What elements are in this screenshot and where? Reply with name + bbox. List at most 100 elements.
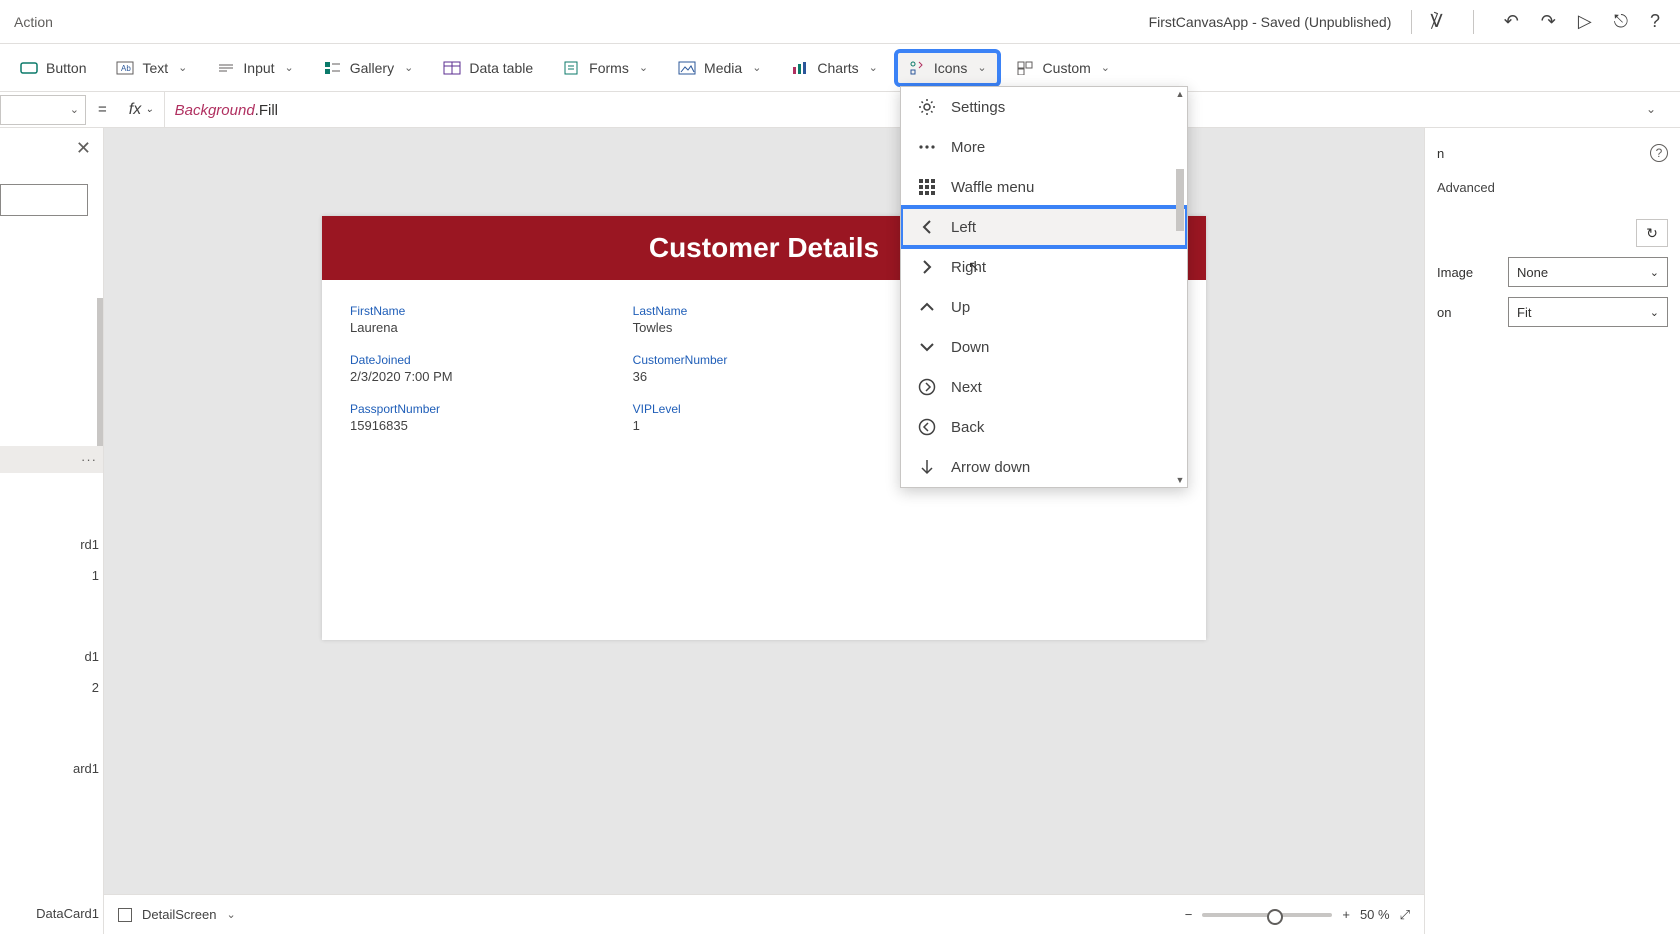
chev-down-icon xyxy=(917,337,937,357)
menu-item-label: Waffle menu xyxy=(951,179,1034,196)
chev-up-icon xyxy=(917,297,937,317)
fit-icon[interactable]: ⤢ xyxy=(1400,907,1410,923)
form-field[interactable]: LastName Towles xyxy=(633,304,896,335)
icons-menu-item-waffle-menu[interactable]: Waffle menu xyxy=(901,167,1187,207)
media-icon xyxy=(678,59,696,77)
field-label: LastName xyxy=(633,304,896,318)
prop-image-select[interactable]: None⌄ xyxy=(1508,257,1668,287)
title-bar: Action FirstCanvasApp - Saved (Unpublish… xyxy=(0,0,1680,44)
field-value: 2/3/2020 7:00 PM xyxy=(350,369,613,384)
info-icon[interactable]: ? xyxy=(1650,144,1668,162)
chev-right-icon xyxy=(917,257,937,277)
icons-menu-item-next[interactable]: Next xyxy=(901,367,1187,407)
tree-item[interactable]: rd1 xyxy=(0,531,103,558)
zoom-in-icon[interactable]: + xyxy=(1342,907,1350,922)
ribbon-input[interactable]: Input ⌄ xyxy=(207,53,303,83)
field-value: 36 xyxy=(633,369,896,384)
icons-menu-item-back[interactable]: Back xyxy=(901,407,1187,447)
zoom-out-icon[interactable]: − xyxy=(1185,907,1193,922)
stethoscope-icon[interactable]: ℣ xyxy=(1430,11,1442,32)
property-selector[interactable]: ⌄ xyxy=(0,95,86,125)
icons-menu-item-up[interactable]: Up xyxy=(901,287,1187,327)
chevron-down-icon: ⌄ xyxy=(752,61,761,74)
breadcrumb-tail: n xyxy=(1437,146,1444,161)
play-icon[interactable]: ▷ xyxy=(1578,11,1592,32)
tree-item[interactable]: 1 xyxy=(0,562,103,589)
close-icon[interactable]: ✕ xyxy=(76,138,91,159)
icons-menu-item-arrow-down[interactable]: Arrow down xyxy=(901,447,1187,487)
tree-item[interactable]: ard1 xyxy=(0,755,103,782)
help-icon[interactable]: ? xyxy=(1650,11,1660,32)
right-chevron-icon[interactable]: ⌄ xyxy=(1646,102,1656,116)
menu-item-label: Next xyxy=(951,379,982,396)
ribbon-icons[interactable]: Icons ⌄ xyxy=(898,53,997,83)
prop-image-label: Image xyxy=(1437,265,1473,280)
tree-search[interactable] xyxy=(0,184,88,216)
chevron-down-icon: ⌄ xyxy=(404,61,413,74)
dropdown-scrollbar[interactable]: ▲▼ xyxy=(1175,89,1185,485)
custom-icon xyxy=(1017,59,1035,77)
equals-label: = xyxy=(86,101,119,118)
fx-label[interactable]: fx⌄ xyxy=(119,92,165,127)
menu-item-label: Down xyxy=(951,339,989,356)
table-icon xyxy=(443,59,461,77)
icons-menu-item-settings[interactable]: Settings xyxy=(901,87,1187,127)
tree-scrollbar[interactable] xyxy=(97,298,103,468)
ribbon-media[interactable]: Media ⌄ xyxy=(668,53,771,83)
field-value: 1 xyxy=(633,418,896,433)
tree-item-selected[interactable] xyxy=(0,446,103,473)
icons-menu-item-right[interactable]: Right xyxy=(901,247,1187,287)
canvas-area: Customer Details FirstNameLaurenaLastNam… xyxy=(104,128,1424,934)
ribbon-button[interactable]: Button xyxy=(10,53,96,83)
form-field[interactable]: VIPLevel1 xyxy=(633,402,896,433)
tree-item[interactable]: 2 xyxy=(0,674,103,701)
screen-checkbox-icon[interactable] xyxy=(118,908,132,922)
formula-input[interactable]: Background.Fill xyxy=(165,101,288,119)
user-icon[interactable]: ⎋ xyxy=(1614,11,1628,32)
menu-item-label: More xyxy=(951,139,985,156)
redo-icon[interactable]: ↷ xyxy=(1541,11,1556,32)
tab-advanced[interactable]: Advanced xyxy=(1437,176,1668,199)
icons-icon xyxy=(908,59,926,77)
prop-position-select[interactable]: Fit⌄ xyxy=(1508,297,1668,327)
icons-menu-item-left[interactable]: Left xyxy=(901,207,1187,247)
tree-item[interactable]: DataCard1 xyxy=(0,900,103,927)
formula-bar: ⌄ = fx⌄ Background.Fill xyxy=(0,92,1680,128)
dots-icon xyxy=(917,137,937,157)
ribbon-charts[interactable]: Charts ⌄ xyxy=(781,53,887,83)
properties-panel: n ? Advanced ↻ Image None⌄ on Fit⌄ xyxy=(1424,128,1680,934)
waffle-icon xyxy=(917,177,937,197)
menu-item-label: Up xyxy=(951,299,970,316)
ribbon-forms[interactable]: Forms ⌄ xyxy=(553,53,658,83)
chevron-down-icon: ⌄ xyxy=(977,61,986,74)
field-value: Towles xyxy=(633,320,896,335)
svg-text:Ab: Ab xyxy=(121,64,131,73)
ribbon-datatable[interactable]: Data table xyxy=(433,53,543,83)
ribbon-gallery[interactable]: Gallery ⌄ xyxy=(314,53,424,83)
screen-name[interactable]: DetailScreen xyxy=(142,907,216,922)
icons-menu-item-more[interactable]: More xyxy=(901,127,1187,167)
form-field[interactable]: PassportNumber15916835 xyxy=(350,402,613,433)
menu-item-label: Settings xyxy=(951,99,1005,116)
zoom-slider[interactable] xyxy=(1202,913,1332,917)
chevron-down-icon[interactable]: ⌄ xyxy=(226,908,235,921)
circ-right-icon xyxy=(917,377,937,397)
ribbon-custom[interactable]: Custom ⌄ xyxy=(1007,53,1120,83)
menu-item-label: Right xyxy=(951,259,986,276)
field-label: FirstName xyxy=(350,304,613,318)
menu-item-label: Left xyxy=(951,219,976,236)
reset-icon[interactable]: ↻ xyxy=(1636,219,1668,247)
zoom-value: 50 % xyxy=(1360,907,1390,922)
form-field[interactable]: CustomerNumber 36 xyxy=(633,353,896,384)
chevron-down-icon: ⌄ xyxy=(285,61,294,74)
form-field[interactable]: DateJoined2/3/2020 7:00 PM xyxy=(350,353,613,384)
form-field[interactable]: FirstNameLaurena xyxy=(350,304,613,335)
chev-left-icon xyxy=(917,217,937,237)
ribbon-text[interactable]: Ab Text ⌄ xyxy=(106,53,197,83)
tree-item[interactable]: d1 xyxy=(0,643,103,670)
icons-menu-item-down[interactable]: Down xyxy=(901,327,1187,367)
field-label: CustomerNumber xyxy=(633,353,896,367)
prop-position-label: on xyxy=(1437,305,1451,320)
undo-icon[interactable]: ↶ xyxy=(1504,11,1519,32)
forms-icon xyxy=(563,59,581,77)
